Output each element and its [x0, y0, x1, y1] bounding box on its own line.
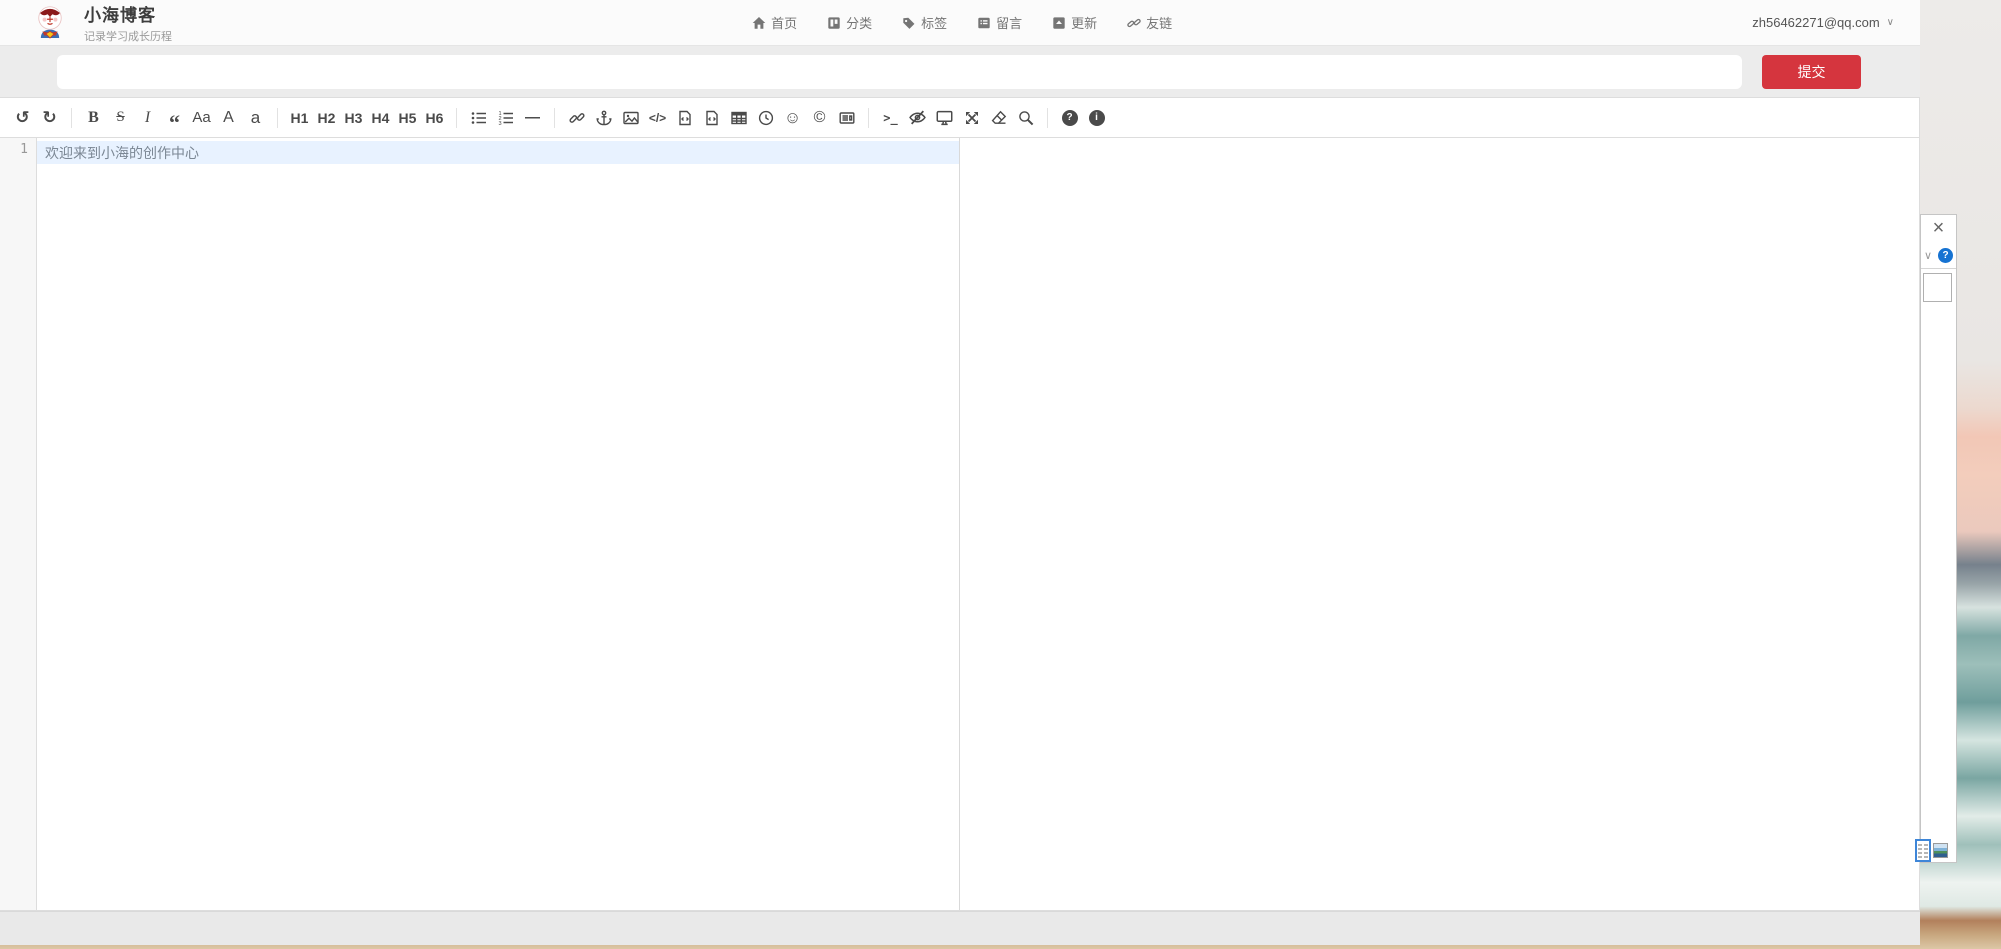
- code-block-icon[interactable]: [698, 104, 725, 132]
- tag-icon: [902, 16, 916, 30]
- compose-bar: 提交: [0, 46, 1920, 97]
- list-ul-icon[interactable]: [465, 104, 492, 132]
- nav-item-tags[interactable]: 标签: [902, 13, 947, 32]
- nav-item-friend-links[interactable]: 友链: [1127, 13, 1172, 32]
- brand: 小海博客 记录学习成长历程: [30, 1, 172, 44]
- active-line: 欢迎来到小海的创作中心: [37, 141, 959, 164]
- site-header: 小海博客 记录学习成长历程 首页 分类 标签 留言: [0, 0, 1920, 46]
- preformatted-text-icon[interactable]: [671, 104, 698, 132]
- datetime-icon[interactable]: [752, 104, 779, 132]
- emoji-icon[interactable]: ☺: [779, 104, 806, 132]
- clear-icon[interactable]: [985, 104, 1012, 132]
- info-icon[interactable]: i: [1083, 104, 1110, 132]
- svg-text:3: 3: [498, 121, 501, 126]
- link-icon[interactable]: [563, 104, 590, 132]
- site-logo[interactable]: [30, 3, 70, 43]
- site-subtitle: 记录学习成长历程: [84, 28, 172, 44]
- search-icon[interactable]: [1012, 104, 1039, 132]
- h5-icon[interactable]: H5: [394, 104, 421, 132]
- h3-icon[interactable]: H3: [340, 104, 367, 132]
- goto-line-icon[interactable]: >_: [877, 104, 904, 132]
- table-icon[interactable]: [725, 104, 752, 132]
- panel-input[interactable]: [1923, 273, 1952, 302]
- toolbar-separator: [71, 108, 72, 128]
- editor-toolbar: ↺ ↻ B S I “ Aa A a H1 H2 H3 H4 H5 H6 123…: [0, 98, 1919, 138]
- image-thumbnail-icon[interactable]: [1933, 843, 1948, 858]
- editor-line-text: 欢迎来到小海的创作中心: [45, 143, 199, 163]
- nav-label: 更新: [1071, 13, 1097, 32]
- panel-divider: [1921, 268, 1956, 269]
- toolbar-separator: [277, 108, 278, 128]
- toolbar-separator: [1047, 108, 1048, 128]
- nav-item-home[interactable]: 首页: [752, 13, 797, 32]
- strikethrough-icon[interactable]: S: [107, 104, 134, 132]
- chevron-down-icon[interactable]: ∨: [1924, 249, 1932, 262]
- category-icon: [827, 16, 841, 30]
- main-content: 小海博客 记录学习成长历程 首页 分类 标签 留言: [0, 0, 1920, 945]
- pagebreak-icon[interactable]: [833, 104, 860, 132]
- submit-button[interactable]: 提交: [1762, 55, 1861, 89]
- ucwords-icon[interactable]: Aa: [188, 104, 215, 132]
- toolbar-separator: [868, 108, 869, 128]
- post-title-input[interactable]: [57, 55, 1742, 89]
- help-glyph: ?: [1062, 110, 1078, 126]
- h2-icon[interactable]: H2: [313, 104, 340, 132]
- help-icon[interactable]: ?: [1056, 104, 1083, 132]
- list-select-icon[interactable]: [1915, 839, 1931, 862]
- chevron-down-icon: ∨: [1887, 17, 1894, 28]
- code-area: 欢迎来到小海的创作中心: [37, 138, 959, 910]
- line-number-gutter: 1: [0, 138, 37, 910]
- friend-link-icon: [1127, 16, 1141, 30]
- nav-label: 友链: [1146, 13, 1172, 32]
- nav-label: 留言: [996, 13, 1022, 32]
- message-icon: [977, 16, 991, 30]
- nav-item-category[interactable]: 分类: [827, 13, 872, 32]
- nav-item-messages[interactable]: 留言: [977, 13, 1022, 32]
- update-icon: [1052, 16, 1066, 30]
- nav-label: 分类: [846, 13, 872, 32]
- list-ol-icon[interactable]: 123: [492, 104, 519, 132]
- editor-workspace: 1 欢迎来到小海的创作中心: [0, 138, 1919, 910]
- markdown-editor: ↺ ↻ B S I “ Aa A a H1 H2 H3 H4 H5 H6 123…: [0, 97, 1920, 911]
- h1-icon[interactable]: H1: [286, 104, 313, 132]
- anchor-icon[interactable]: [590, 104, 617, 132]
- footer-strip: [0, 911, 1920, 945]
- nav-item-updates[interactable]: 更新: [1052, 13, 1097, 32]
- bold-icon[interactable]: B: [80, 104, 107, 132]
- side-popup-panel: × ∨ ?: [1920, 214, 1957, 863]
- undo-icon[interactable]: ↺: [9, 104, 36, 132]
- code-icon[interactable]: </>: [644, 104, 671, 132]
- redo-icon[interactable]: ↻: [36, 104, 63, 132]
- close-icon[interactable]: ×: [1921, 217, 1956, 240]
- nav-label: 标签: [921, 13, 947, 32]
- html-entities-icon[interactable]: ©: [806, 104, 833, 132]
- info-glyph: i: [1089, 110, 1105, 126]
- fullscreen-icon[interactable]: [958, 104, 985, 132]
- editor-code-pane[interactable]: 1 欢迎来到小海的创作中心: [0, 138, 960, 910]
- nav-label: 首页: [771, 13, 797, 32]
- preview-icon[interactable]: [931, 104, 958, 132]
- home-icon: [752, 16, 766, 30]
- quote-icon[interactable]: “: [161, 104, 188, 132]
- line-number: 1: [20, 142, 28, 157]
- toolbar-separator: [456, 108, 457, 128]
- italic-icon[interactable]: I: [134, 104, 161, 132]
- uppercase-icon[interactable]: A: [215, 104, 242, 132]
- user-menu[interactable]: zh56462271@qq.com ∨: [1752, 15, 1894, 30]
- hr-icon[interactable]: —: [519, 104, 546, 132]
- user-email: zh56462271@qq.com: [1752, 15, 1879, 30]
- site-title[interactable]: 小海博客: [84, 1, 172, 26]
- h6-icon[interactable]: H6: [421, 104, 448, 132]
- help-badge-icon[interactable]: ?: [1938, 248, 1953, 263]
- editor-preview-pane: [960, 138, 1919, 910]
- main-nav: 首页 分类 标签 留言 更新 友链: [752, 13, 1172, 32]
- image-icon[interactable]: [617, 104, 644, 132]
- lowercase-icon[interactable]: a: [242, 104, 269, 132]
- panel-controls: ∨ ?: [1924, 248, 1953, 263]
- toolbar-separator: [554, 108, 555, 128]
- watch-icon[interactable]: [904, 104, 931, 132]
- brand-text: 小海博客 记录学习成长历程: [84, 1, 172, 44]
- h4-icon[interactable]: H4: [367, 104, 394, 132]
